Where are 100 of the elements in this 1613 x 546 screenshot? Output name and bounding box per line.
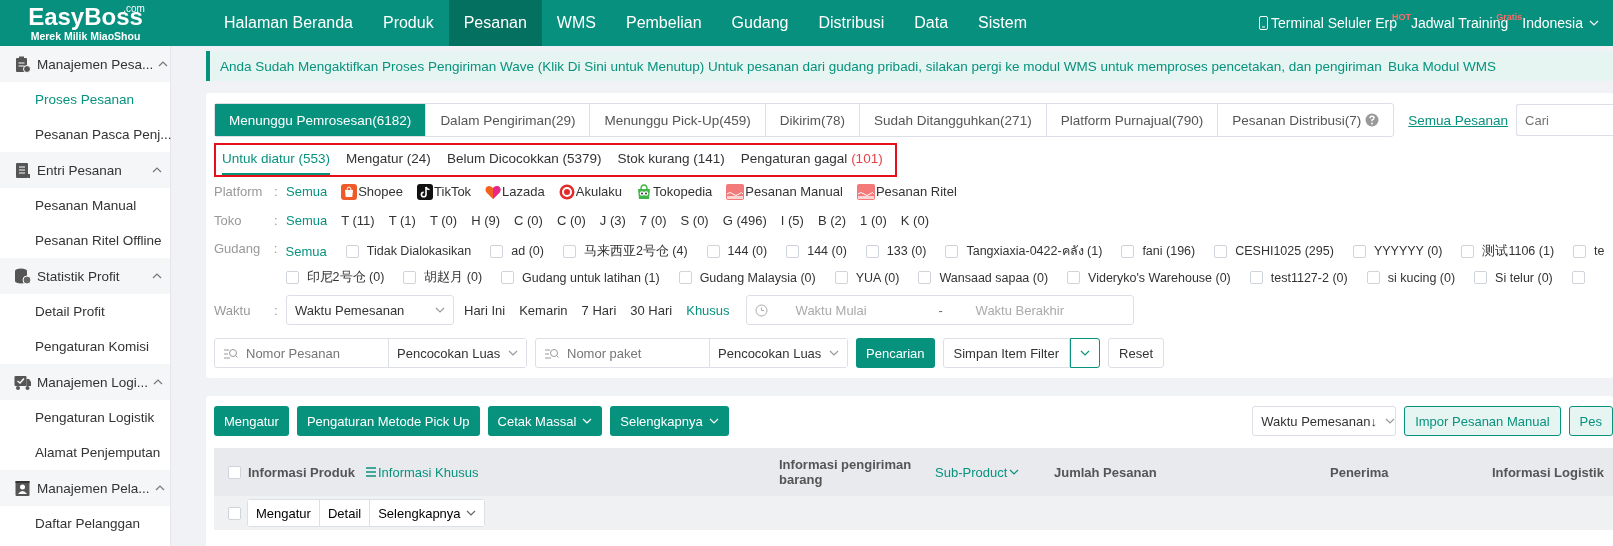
filter-option[interactable]: T (0) [429, 213, 458, 228]
nav-item[interactable]: Pesanan [448, 0, 542, 46]
filter-option[interactable]: Semua [286, 213, 328, 228]
checkbox[interactable] [501, 271, 515, 284]
notice-text[interactable]: Anda Sudah Mengaktifkan Proses Pengiriman Wave (Klik Di Sini untuk Menutup) Untuk pesanan dari gudang pribadi, silakan pergi ke modul WMS untuk memproses pencetakan, dan pengiriman [220, 58, 1382, 74]
filter-option[interactable]: C (0) [514, 213, 543, 228]
sub-tab[interactable]: Belum Dicocokkan (5379) [446, 149, 602, 175]
filter-option[interactable]: J (3) [599, 213, 626, 228]
sub-tab[interactable]: Pengaturan gagal (101) [740, 149, 883, 175]
filter-option[interactable]: C (0) [556, 213, 586, 228]
nav-item[interactable]: Halaman Beranda [209, 0, 368, 46]
checkbox[interactable] [285, 271, 299, 284]
status-tab[interactable]: Sudah Ditangguhkan(271) [860, 104, 1047, 136]
filter-option[interactable]: Shopee [341, 183, 404, 200]
filter-option[interactable]: TikTok [417, 183, 472, 200]
filter-option[interactable]: B (2) [817, 213, 847, 228]
sub-tab[interactable]: Stok kurang (141) [617, 149, 725, 175]
filter-option[interactable]: Tokopedia [636, 183, 713, 200]
filter-option[interactable]: Akulaku [558, 183, 622, 200]
checkbox[interactable] [918, 271, 932, 284]
checkbox[interactable] [1461, 244, 1475, 258]
search-button[interactable]: Pencarian [856, 338, 935, 368]
filter-option[interactable]: I (5) [780, 213, 804, 228]
sidebar-section-header[interactable]: Manajemen Pesa... [0, 46, 170, 82]
status-tab[interactable]: Menunggu Pemrosesan(6182) [215, 104, 427, 136]
sidebar-section-header[interactable]: Entri Pesanan [0, 152, 170, 188]
nav-item[interactable]: Sistem [963, 0, 1042, 46]
sidebar-item[interactable]: Pesanan Manual [0, 188, 170, 223]
time-option[interactable]: 7 Hari [581, 302, 617, 318]
checkbox[interactable] [1573, 244, 1587, 258]
nav-item[interactable]: WMS [541, 0, 611, 46]
action-button[interactable]: Cetak Massal [487, 406, 603, 436]
filter-option[interactable]: Pesanan Manual [726, 183, 843, 200]
filter-option[interactable]: Semua [285, 243, 327, 259]
checkbox[interactable] [706, 244, 720, 258]
nav-link[interactable]: Indonesia [1522, 15, 1599, 31]
notice-link[interactable]: Buka Modul WMS [1387, 58, 1496, 74]
filter-option[interactable]: T (11) [341, 213, 375, 228]
filter-option[interactable]: H (9) [471, 213, 500, 228]
filter-option[interactable]: T (1) [388, 213, 416, 228]
sidebar-item[interactable]: Pengaturan Logistik [0, 400, 170, 435]
dropdown-button[interactable] [1070, 338, 1101, 368]
match-select[interactable]: Pencocokan Luas [709, 339, 847, 367]
checkbox[interactable] [1352, 244, 1366, 258]
checkbox[interactable] [1571, 271, 1585, 284]
save-filter-button[interactable]: Simpan Item Filter [942, 338, 1071, 368]
status-tab[interactable]: Dalam Pengiriman(29) [426, 104, 591, 136]
sidebar-item[interactable]: Pesanan Ritel Offline [0, 223, 170, 258]
sort-select[interactable]: Waktu Pemesanan↓ [1252, 406, 1397, 436]
checkbox[interactable] [945, 244, 959, 258]
time-option[interactable]: Khusus [686, 302, 730, 318]
status-tab[interactable]: Platform Purnajual(790) [1046, 104, 1219, 136]
checkbox[interactable] [562, 244, 576, 258]
checkbox[interactable] [786, 244, 800, 258]
checkbox[interactable] [1214, 244, 1228, 258]
search-field[interactable]: Cari [1516, 104, 1613, 136]
sidebar-item[interactable]: Alamat Penjemputan [0, 435, 170, 470]
checkbox[interactable] [1067, 271, 1081, 284]
status-tab[interactable]: Menunggu Pick-Up(459) [590, 104, 766, 136]
sidebar-item[interactable]: Pengaturan Komisi [0, 329, 170, 364]
import-button[interactable]: Impor Pesanan Manual [1404, 406, 1561, 436]
sub-tab[interactable]: Untuk diatur (553) [222, 149, 331, 175]
nav-item[interactable]: Data [899, 0, 964, 46]
filter-option[interactable]: 7 (0) [639, 213, 667, 228]
match-select[interactable]: Pencocokan Luas [388, 339, 526, 367]
checkbox[interactable] [865, 244, 879, 258]
checkbox[interactable] [1249, 271, 1263, 284]
checkbox[interactable] [228, 506, 241, 520]
nav-item[interactable]: Gudang [716, 0, 804, 46]
checkbox[interactable] [834, 271, 848, 284]
status-tab[interactable]: Dikirim(78) [765, 104, 860, 136]
checkbox[interactable] [228, 465, 241, 479]
time-option[interactable]: 30 Hari [630, 302, 673, 318]
date-range-field[interactable]: Waktu Mulai - Waktu Berakhir [745, 295, 1134, 325]
filter-option[interactable]: Semua [286, 184, 328, 199]
sidebar-section-header[interactable]: Manajemen Logi... [0, 364, 170, 400]
filter-option[interactable]: Pesanan Ritel [856, 183, 957, 200]
bulk-button[interactable]: Mengatur [248, 500, 320, 526]
checkbox[interactable] [490, 244, 504, 258]
all-orders-link[interactable]: Semua Pesanan [1408, 112, 1509, 128]
action-button[interactable]: Pengaturan Metode Pick Up [296, 406, 480, 436]
sidebar-item[interactable]: Pesanan Pasca Penj... [0, 117, 170, 152]
filter-option[interactable]: S (0) [680, 213, 709, 228]
filter-option[interactable]: Lazada [485, 183, 545, 200]
checkbox[interactable] [678, 271, 692, 284]
sidebar-item[interactable]: Daftar Pelanggan [0, 506, 170, 541]
checkbox[interactable] [1474, 271, 1488, 284]
filter-option[interactable]: K (0) [900, 213, 929, 228]
time-option[interactable]: Hari Ini [464, 302, 506, 318]
checkbox[interactable] [1366, 271, 1380, 284]
filter-option[interactable]: G (496) [722, 213, 767, 228]
checkbox[interactable] [1121, 244, 1135, 258]
sidebar-section-header[interactable]: Manajemen Pela... [0, 470, 170, 506]
checkbox[interactable] [403, 271, 417, 284]
time-type-select[interactable]: Waktu Pemesanan [286, 295, 454, 325]
action-button[interactable]: Mengatur [214, 406, 289, 436]
reset-button[interactable]: Reset [1108, 338, 1164, 368]
sidebar-item[interactable]: Proses Pesanan [0, 82, 170, 117]
sidebar-section-header[interactable]: Statistik Profit [0, 258, 170, 294]
sub-tab[interactable]: Mengatur (24) [346, 149, 431, 175]
